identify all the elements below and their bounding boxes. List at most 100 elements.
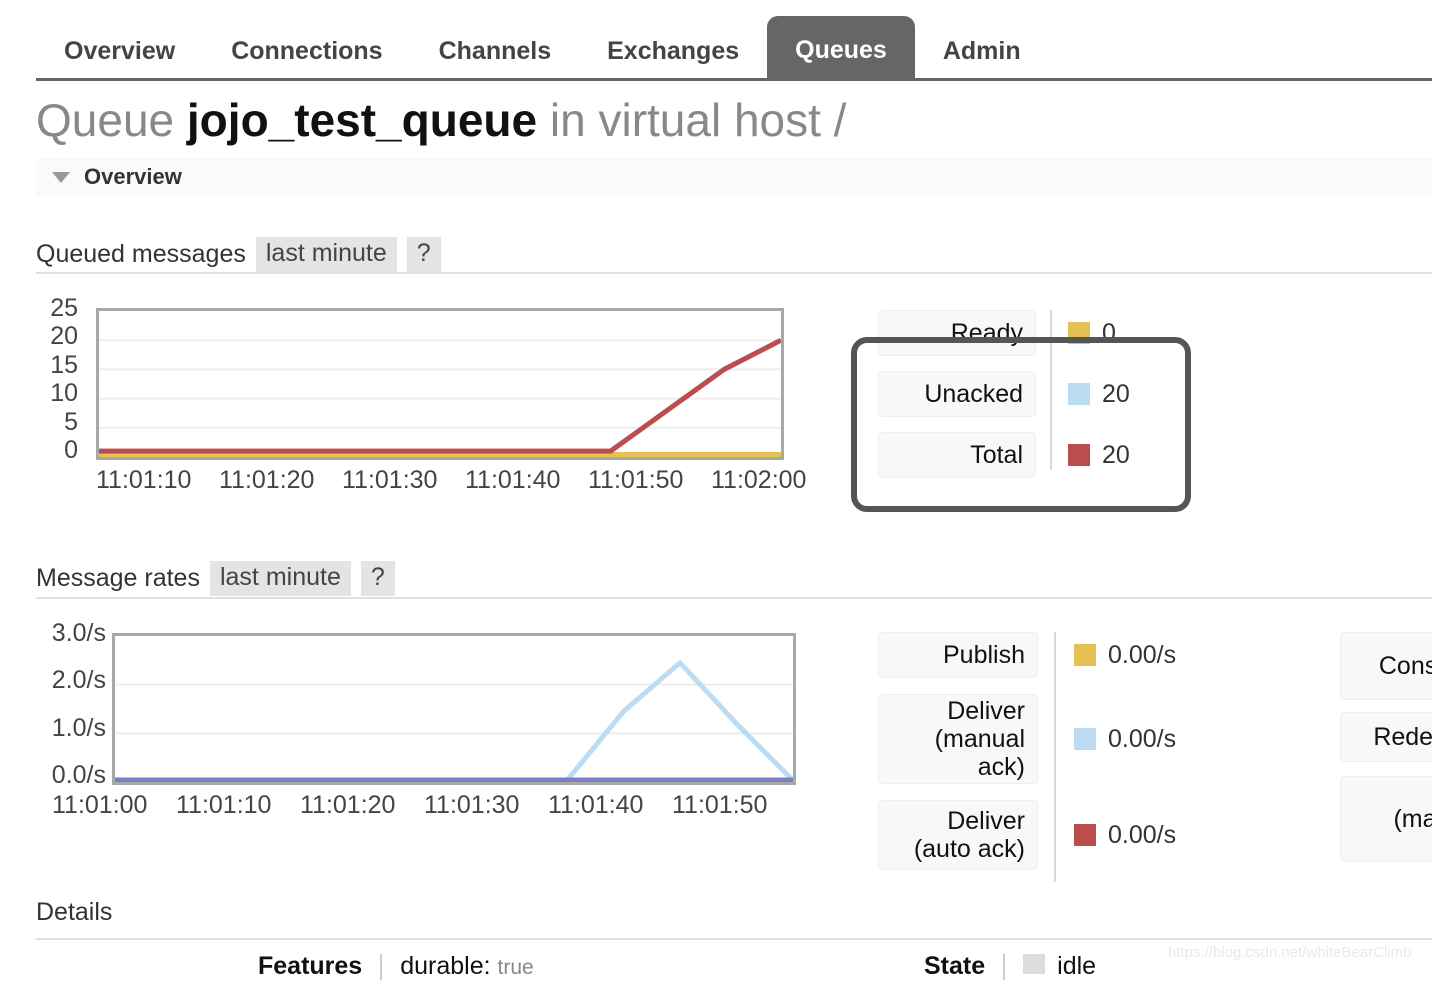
detail-state: State idle	[924, 952, 1096, 981]
y-tick-label: 1.0/s	[51, 713, 106, 742]
legend-row-total: Total 20	[878, 432, 1130, 478]
overview-section-header[interactable]: Overview	[36, 158, 1432, 196]
queued-messages-svg	[99, 337, 781, 457]
detail-features-value: durable: true	[400, 952, 534, 981]
legend-number: 20	[1102, 379, 1130, 408]
message-rates-title: Message rates	[36, 563, 200, 592]
legend-color-swatch	[1068, 444, 1090, 466]
queued-messages-y-axis: 25 20 15 10 5 0	[20, 296, 78, 464]
nav-tab-queues[interactable]: Queues	[767, 16, 915, 79]
y-tick-label: 15	[50, 350, 78, 379]
y-tick-label: 0	[64, 436, 78, 464]
rates-legend-row-deliver-1: Deliver (manual ack) 0.00/s	[878, 694, 1176, 784]
x-tick-label: 11:02:00	[711, 466, 807, 494]
nav-underline	[36, 78, 1432, 81]
nav-tab-connections[interactable]: Connections	[203, 25, 410, 79]
nav-tab-channels[interactable]: Channels	[411, 25, 580, 79]
legend-color-swatch	[1074, 644, 1096, 666]
legend-number: 0.00/s	[1108, 724, 1177, 753]
x-tick-label: 11:01:00	[52, 791, 148, 819]
rates-legend-row-publish-0: Publish 0.00/s	[878, 632, 1176, 678]
y-tick-label: 5	[64, 407, 78, 436]
queued-messages-label-row: Queued messages last minute ?	[36, 236, 441, 272]
queued-messages-help-chip[interactable]: ?	[406, 236, 441, 272]
legend-row-ready: Ready 0	[878, 310, 1116, 356]
rates-legend-button-deliver-1[interactable]: Deliver (manual ack)	[878, 694, 1038, 784]
legend-value-unacked: 20	[1068, 380, 1130, 409]
y-tick-label: 25	[50, 294, 78, 322]
legend-button-total[interactable]: Total	[878, 432, 1036, 478]
queued-messages-rule	[36, 272, 1432, 274]
message-rates-svg	[115, 660, 793, 782]
queued-messages-period-chip[interactable]: last minute	[255, 236, 397, 272]
y-tick-label: 20	[50, 322, 78, 351]
detail-features-flag: true	[497, 956, 534, 979]
legend-color-swatch	[1068, 322, 1090, 344]
rates-legend-row-deliver-2: Deliver (auto ack) 0.00/s	[878, 800, 1176, 870]
y-tick-label: 10	[50, 379, 78, 408]
x-tick-label: 11:01:40	[465, 466, 561, 494]
legend-value-ready: 0	[1068, 319, 1116, 348]
overview-section-label: Overview	[84, 164, 182, 189]
legend-number: 20	[1102, 440, 1130, 469]
detail-features-label: durable:	[400, 952, 491, 980]
y-tick-label: 3.0/s	[51, 619, 106, 647]
legend-number: 0	[1102, 318, 1116, 347]
legend-button-ready[interactable]: Ready	[878, 310, 1036, 356]
details-section-label: Details	[36, 898, 113, 926]
nav-tab-overview[interactable]: Overview	[36, 25, 203, 79]
legend-row-unacked: Unacked 20	[878, 371, 1130, 417]
message-rates-help-chip[interactable]: ?	[360, 560, 395, 596]
rates-legend-button-publish-0[interactable]: Publish	[878, 632, 1038, 678]
detail-state-value: idle	[1023, 952, 1096, 981]
rates-legend-button-deliver-2[interactable]: Deliver (auto ack)	[878, 800, 1038, 870]
legend-color-swatch	[1068, 383, 1090, 405]
x-tick-label: 11:01:20	[219, 466, 315, 494]
rates-legend-button-right-1[interactable]: Redeliv	[1340, 712, 1432, 762]
nav-tab-list: Overview Connections Channels Exchanges Queu…	[36, 0, 1049, 79]
message-rates-y-axis: 3.0/s 2.0/s 1.0/s 0.0/s	[10, 621, 106, 789]
y-tick-label: 2.0/s	[51, 666, 106, 695]
detail-features: Features durable: true	[258, 952, 534, 981]
queued-messages-plot-area	[96, 308, 784, 460]
rates-legend-value-deliver-1: 0.00/s	[1074, 725, 1176, 754]
y-tick-label: 0.0/s	[51, 761, 106, 789]
nav-tab-admin[interactable]: Admin	[915, 25, 1049, 79]
chevron-down-icon	[52, 171, 70, 183]
message-rates-chart: 3.0/s 2.0/s 1.0/s 0.0/s 11:01:00 11:01:10 11:…	[0, 621, 810, 825]
legend-value-total: 20	[1068, 441, 1130, 470]
x-tick-label: 11:01:50	[588, 466, 684, 494]
message-rates-period-chip[interactable]: last minute	[209, 560, 351, 596]
x-tick-label: 11:01:30	[424, 791, 520, 819]
x-tick-label: 11:01:10	[96, 466, 192, 494]
message-rates-label-row: Message rates last minute ?	[36, 560, 395, 596]
rates-legend-button-right-2[interactable]: (ma	[1340, 776, 1432, 862]
page-title-prefix: Queue	[36, 94, 187, 146]
queued-messages-title: Queued messages	[36, 239, 246, 268]
queued-messages-chart: 25 20 15 10 5 0 11:01:10 11:01:20 11:01:30 11:01…	[0, 296, 840, 500]
detail-state-key: State	[924, 952, 986, 980]
queue-name: jojo_test_queue	[186, 94, 538, 146]
message-rates-rule	[36, 597, 1432, 599]
legend-number: 0.00/s	[1108, 820, 1177, 849]
watermark: https://blog.csdn.net/whiteBearClimb	[1168, 944, 1412, 961]
x-tick-label: 11:01:40	[548, 791, 644, 819]
message-rates-legend: Publish 0.00/s Deliver (manual ack) 0.00/s D…	[878, 628, 1432, 882]
message-rates-plot-area	[112, 633, 796, 785]
legend-color-swatch	[1074, 728, 1096, 750]
status-badge	[1023, 954, 1046, 974]
x-tick-label: 11:01:50	[672, 791, 768, 819]
rates-legend-value-deliver-2: 0.00/s	[1074, 821, 1176, 850]
rates-legend-button-right-0[interactable]: Consu	[1340, 632, 1432, 700]
detail-divider	[380, 953, 383, 980]
top-navigation: Overview Connections Channels Exchanges Queu…	[0, 0, 1432, 81]
queued-messages-legend: Ready 0 Unacked 20 Total 20	[878, 305, 1208, 480]
legend-color-swatch	[1074, 824, 1096, 846]
details-rule	[36, 938, 1432, 940]
detail-state-text: idle	[1057, 952, 1097, 980]
legend-button-unacked[interactable]: Unacked	[878, 371, 1036, 417]
page-title: Queue jojo_test_queue in virtual host /	[36, 95, 846, 146]
detail-divider-state	[1003, 953, 1006, 980]
nav-tab-exchanges[interactable]: Exchanges	[579, 25, 767, 79]
x-tick-label: 11:01:20	[300, 791, 396, 819]
